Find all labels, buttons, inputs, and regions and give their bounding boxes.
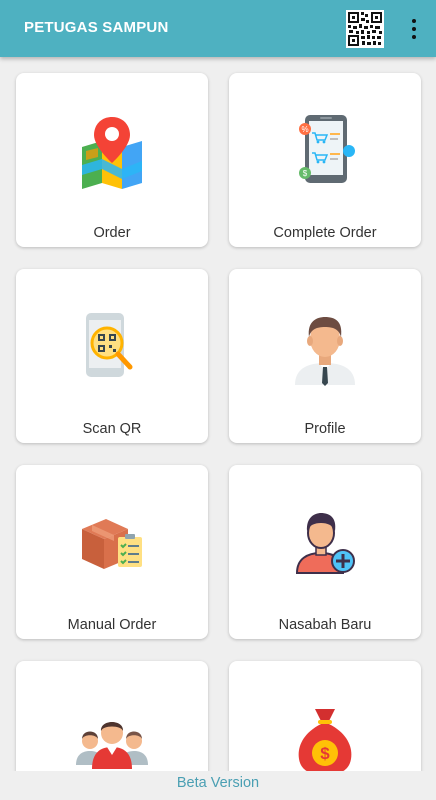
menu-card-scan-qr[interactable]: Scan QR [16, 269, 208, 443]
svg-text:$: $ [303, 169, 308, 178]
menu-card-group[interactable] [16, 661, 208, 771]
profile-person-icon [285, 307, 365, 387]
menu-card-label: Scan QR [82, 421, 142, 437]
menu-card-nasabah-baru[interactable]: Nasabah Baru [229, 465, 421, 639]
svg-text:%: % [301, 125, 308, 134]
svg-text:$: $ [320, 744, 330, 763]
tablet-shopping-icon: % $ [285, 111, 365, 191]
add-customer-icon [285, 503, 365, 583]
beta-version-label: Beta Version [176, 775, 260, 791]
menu-card-label: Complete Order [273, 225, 377, 241]
menu-card-profile[interactable]: Profile [229, 269, 421, 443]
menu-card-label: Manual Order [67, 617, 157, 633]
menu-card-label: Order [93, 225, 131, 241]
scan-qr-icon [72, 307, 152, 387]
menu-grid: Order % $ Complete Order Scan QR Profile… [0, 57, 436, 771]
menu-card-order[interactable]: Order [16, 73, 208, 247]
menu-card-money[interactable]: $ [229, 661, 421, 771]
footer: Beta Version [0, 771, 436, 800]
menu-card-complete-order[interactable]: % $ Complete Order [229, 73, 421, 247]
app-bar: PETUGAS SAMPUN [0, 0, 436, 57]
app-title: PETUGAS SAMPUN [24, 19, 169, 36]
menu-card-label: Nasabah Baru [278, 617, 372, 633]
menu-card-label: Profile [304, 421, 346, 437]
box-clipboard-icon [72, 503, 152, 583]
menu-card-manual-order[interactable]: Manual Order [16, 465, 208, 639]
qr-code-icon[interactable] [346, 10, 384, 48]
group-people-icon [72, 699, 152, 771]
map-location-icon [72, 111, 152, 191]
money-bag-icon: $ [285, 699, 365, 771]
more-vert-icon[interactable] [404, 14, 424, 44]
